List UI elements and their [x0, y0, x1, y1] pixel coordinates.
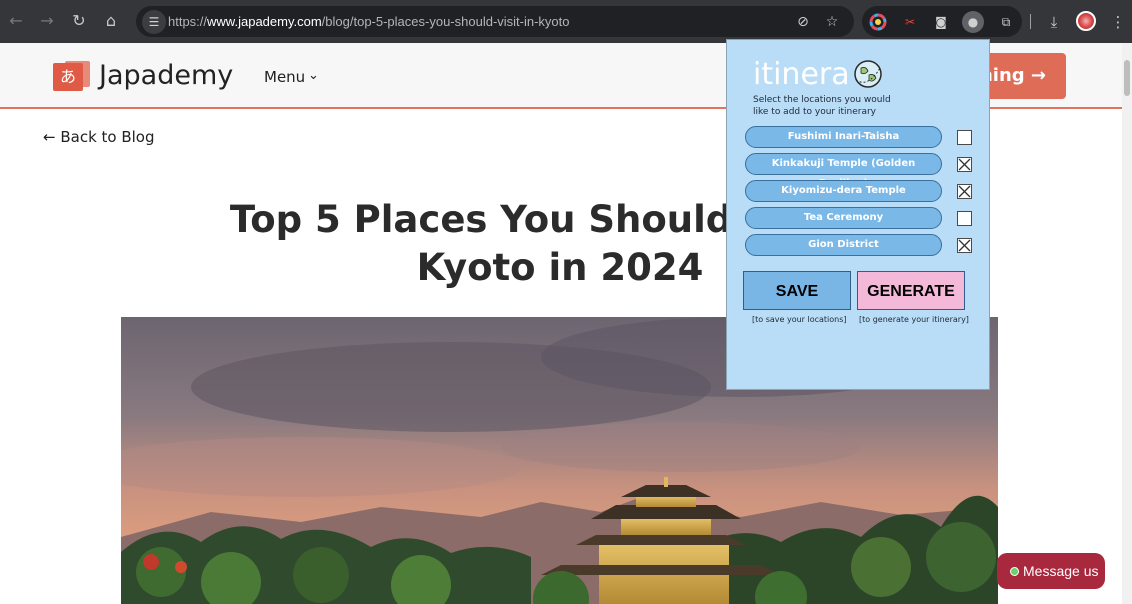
more-vert-icon[interactable]: ⋮: [1107, 11, 1129, 33]
eye-off-icon[interactable]: ⊘: [793, 12, 813, 32]
popup-subtitle: Select the locations you would like to a…: [753, 95, 891, 117]
location-tea-ceremony[interactable]: Tea Ceremony: [745, 207, 942, 229]
location-kinkakuji[interactable]: Kinkakuji Temple (Golden Pavilion): [745, 153, 942, 189]
arrow-right-icon[interactable]: →: [36, 10, 58, 32]
menu-button[interactable]: Menu: [264, 68, 305, 86]
globe-icon: [852, 58, 884, 90]
back-to-blog-link[interactable]: ← Back to Blog: [43, 128, 155, 146]
location-kiyomizu-dera[interactable]: Kiyomizu-dera Temple: [745, 180, 942, 202]
extensions-group: ✂ ◙ ● ⧉: [862, 6, 1022, 37]
location-gion-district[interactable]: Gion District: [745, 234, 942, 256]
save-button[interactable]: SAVE: [743, 271, 851, 310]
checkbox-kinkakuji[interactable]: [957, 157, 972, 172]
scrollbar-thumb[interactable]: [1124, 60, 1130, 96]
chevron-down-icon[interactable]: ⌄: [308, 68, 319, 83]
japademy-logo-icon[interactable]: あ: [53, 61, 90, 91]
color-wheel-icon[interactable]: [867, 11, 889, 33]
location-fushimi-inari[interactable]: Fushimi Inari-Taisha: [745, 126, 942, 148]
save-hint: [to save your locations]: [752, 315, 847, 324]
checkbox-fushimi-inari[interactable]: [957, 130, 972, 145]
home-icon[interactable]: ⌂: [100, 10, 122, 32]
itinera-brand: itinera: [753, 57, 850, 92]
arrow-left-icon[interactable]: ←: [5, 10, 27, 32]
scissors-icon[interactable]: ✂: [899, 11, 921, 33]
url-text[interactable]: https://www.japademy.com/blog/top-5-plac…: [168, 14, 570, 29]
address-bar[interactable]: ☰ https://www.japademy.com/blog/top-5-pl…: [136, 6, 854, 37]
itinera-extension-icon[interactable]: ●: [962, 11, 984, 33]
toolbar-divider: [1030, 14, 1031, 29]
puzzle-icon[interactable]: ⧉: [995, 11, 1017, 33]
profile-avatar[interactable]: [1076, 11, 1096, 31]
generate-button[interactable]: GENERATE: [857, 271, 965, 310]
star-icon[interactable]: ☆: [822, 12, 842, 32]
online-status-dot: [1010, 567, 1019, 576]
checkbox-gion-district[interactable]: [957, 238, 972, 253]
checkbox-tea-ceremony[interactable]: [957, 211, 972, 226]
generate-hint: [to generate your itinerary]: [859, 315, 969, 324]
checkbox-kiyomizu-dera[interactable]: [957, 184, 972, 199]
tune-icon[interactable]: ☰: [142, 10, 166, 34]
camera-icon[interactable]: ◙: [930, 11, 952, 33]
scrollbar[interactable]: [1122, 43, 1132, 604]
logo-text[interactable]: Japademy: [99, 60, 233, 91]
reload-icon[interactable]: ↻: [68, 10, 90, 32]
download-icon[interactable]: ⤓: [1043, 11, 1065, 33]
